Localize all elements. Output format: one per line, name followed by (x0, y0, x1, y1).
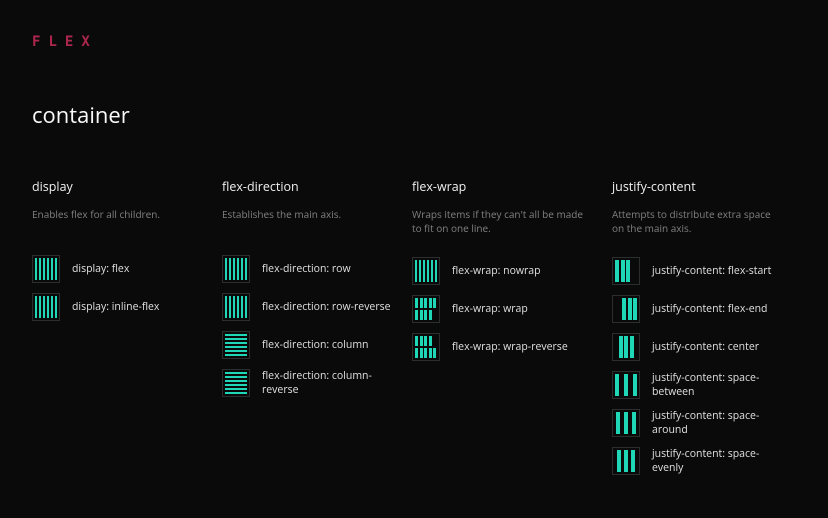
flex-demo-icon (612, 295, 640, 323)
logo-text: FLEX (32, 34, 98, 50)
example-label: justify-content: flex-start (652, 264, 771, 278)
col-flex-direction: flex-direction Establishes the main axis… (222, 178, 412, 485)
prop-title: justify-content (612, 178, 778, 195)
prop-desc: Establishes the main axis. (222, 207, 394, 233)
example-flex-wrap-nowrap[interactable]: flex-wrap: nowrap (412, 257, 594, 285)
example-justify-content-space-around[interactable]: justify-content: space-around (612, 409, 778, 437)
flex-demo-icon (32, 293, 60, 321)
prop-title: flex-direction (222, 178, 394, 195)
col-display: display Enables flex for all children. d… (32, 178, 222, 485)
example-justify-content-space-evenly[interactable]: justify-content: space-evenly (612, 447, 778, 475)
property-columns: display Enables flex for all children. d… (32, 178, 796, 485)
flex-demo-icon (412, 333, 440, 361)
example-label: flex-direction: row (262, 262, 351, 276)
example-justify-content-flex-start[interactable]: justify-content: flex-start (612, 257, 778, 285)
prop-desc: Attempts to distribute extra space on th… (612, 207, 778, 235)
prop-title: display (32, 178, 204, 195)
example-label: justify-content: space-between (652, 371, 778, 399)
flex-demo-icon (612, 409, 640, 437)
flex-demo-icon (612, 447, 640, 475)
flex-demo-icon (412, 257, 440, 285)
example-label: flex-direction: column (262, 338, 368, 352)
flex-demo-icon (32, 255, 60, 283)
col-flex-wrap: flex-wrap Wraps items if they can't all … (412, 178, 612, 485)
example-justify-content-space-between[interactable]: justify-content: space-between (612, 371, 778, 399)
example-label: flex-wrap: wrap (452, 302, 528, 316)
flex-demo-icon (612, 257, 640, 285)
example-label: justify-content: flex-end (652, 302, 767, 316)
example-flex-direction-row[interactable]: flex-direction: row (222, 255, 394, 283)
prop-desc: Wraps items if they can't all be made to… (412, 207, 594, 235)
example-label: display: flex (72, 262, 129, 276)
flex-demo-icon (612, 371, 640, 399)
example-label: flex-direction: column-reverse (262, 369, 394, 397)
example-display-inline-flex[interactable]: display: inline-flex (32, 293, 204, 321)
flex-demo-icon (222, 369, 250, 397)
example-label: flex-wrap: wrap-reverse (452, 340, 568, 354)
example-label: flex-wrap: nowrap (452, 264, 541, 278)
section-heading: container (32, 100, 796, 130)
example-flex-wrap-wrap-reverse[interactable]: flex-wrap: wrap-reverse (412, 333, 594, 361)
page-content: container display Enables flex for all c… (0, 0, 828, 485)
example-display-flex[interactable]: display: flex (32, 255, 204, 283)
example-label: justify-content: space-around (652, 409, 778, 437)
example-flex-wrap-wrap[interactable]: flex-wrap: wrap (412, 295, 594, 323)
flex-demo-icon (412, 295, 440, 323)
prop-title: flex-wrap (412, 178, 594, 195)
example-flex-direction-row-reverse[interactable]: flex-direction: row-reverse (222, 293, 394, 321)
flex-demo-icon (222, 255, 250, 283)
flex-demo-icon (222, 293, 250, 321)
example-justify-content-center[interactable]: justify-content: center (612, 333, 778, 361)
example-label: justify-content: center (652, 340, 759, 354)
example-flex-direction-column-reverse[interactable]: flex-direction: column-reverse (222, 369, 394, 397)
flex-demo-icon (222, 331, 250, 359)
example-label: justify-content: space-evenly (652, 447, 778, 475)
col-justify-content: justify-content Attempts to distribute e… (612, 178, 796, 485)
example-label: flex-direction: row-reverse (262, 300, 391, 314)
example-label: display: inline-flex (72, 300, 159, 314)
example-flex-direction-column[interactable]: flex-direction: column (222, 331, 394, 359)
example-justify-content-flex-end[interactable]: justify-content: flex-end (612, 295, 778, 323)
flex-demo-icon (612, 333, 640, 361)
prop-desc: Enables flex for all children. (32, 207, 204, 233)
